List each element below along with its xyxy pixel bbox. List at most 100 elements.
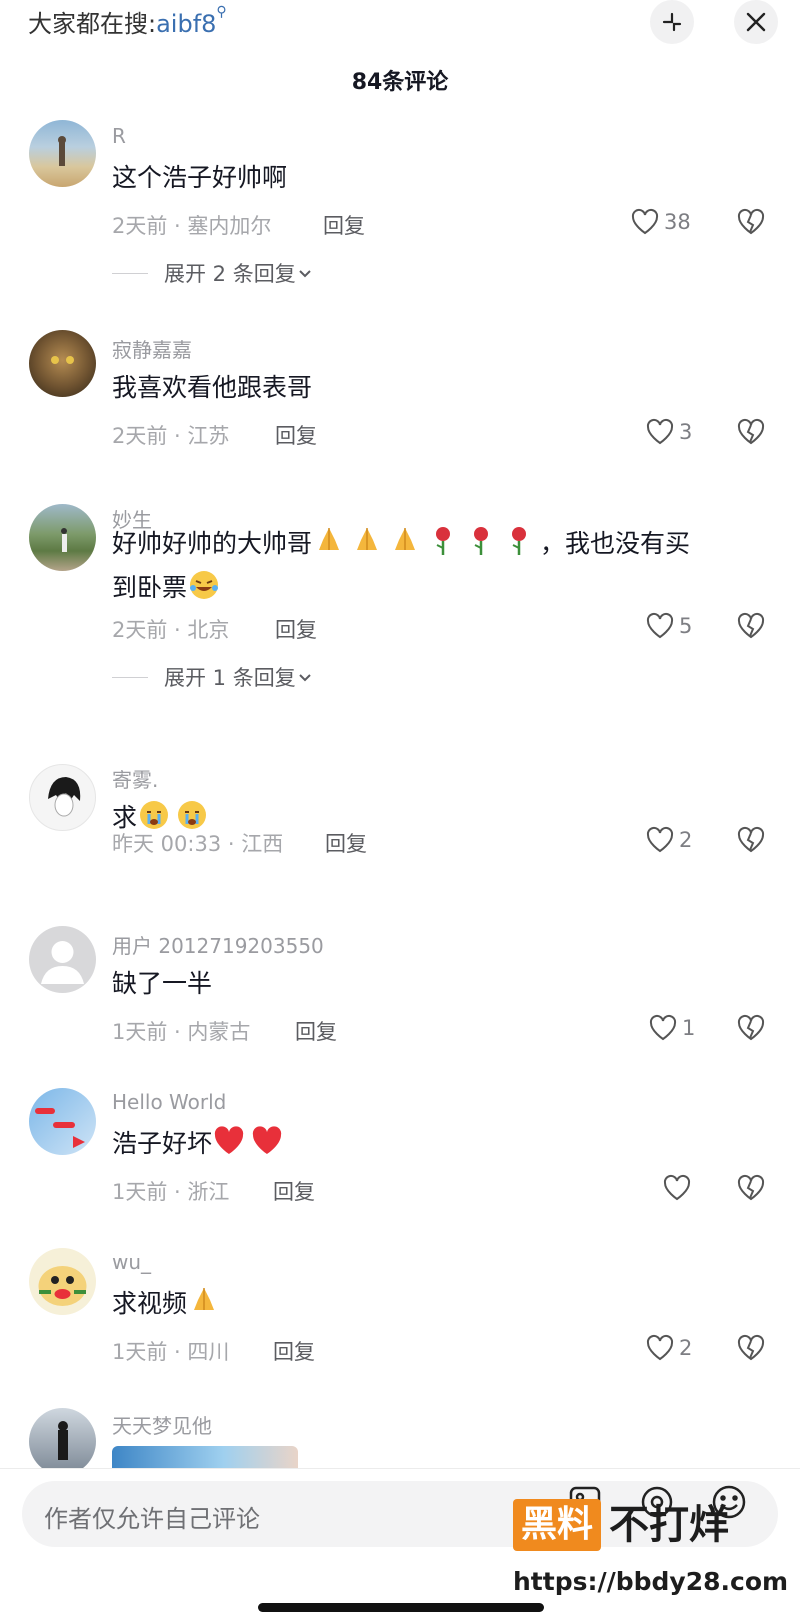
like-button[interactable]: 3 [645, 418, 692, 446]
username[interactable]: wu_ [112, 1250, 151, 1274]
comment-input-bar: 作者仅允许自己评论 黑料 不打烊 https://bbdy28.com [0, 1468, 800, 1623]
crying-face-icon [140, 801, 169, 829]
crying-face-icon [178, 801, 207, 829]
heart-icon [631, 208, 659, 235]
close-button[interactable] [734, 0, 778, 44]
avatar[interactable] [29, 764, 96, 831]
broken-heart-icon [737, 1174, 765, 1201]
watermark-badge: 黑料 [513, 1499, 602, 1551]
search-keyword[interactable]: aibf8 [156, 10, 216, 38]
red-heart-icon [214, 1126, 244, 1154]
like-button[interactable]: 5 [645, 612, 692, 640]
username[interactable]: R [112, 124, 126, 148]
folded-hands-icon [194, 1288, 215, 1310]
comment-meta: 2天前 · 江苏 [112, 424, 230, 448]
like-button[interactable]: 1 [648, 1014, 695, 1042]
reply-button[interactable]: 回复 [275, 614, 317, 644]
comment-text: 缺了一半 [112, 969, 213, 998]
like-count: 2 [679, 828, 693, 852]
username[interactable]: Hello World [112, 1090, 226, 1114]
comment-text: 浩子好坏 [112, 1122, 752, 1166]
like-count: 38 [664, 210, 691, 234]
avatar[interactable] [29, 1408, 96, 1475]
default-avatar-icon [41, 941, 84, 984]
avatar[interactable] [29, 926, 96, 993]
comment-meta: 1天前 · 浙江 [112, 1180, 230, 1204]
avatar[interactable] [29, 120, 96, 187]
reply-button[interactable]: 回复 [325, 828, 367, 858]
watermark: 黑料 不打烊 https://bbdy28.com [513, 1497, 788, 1607]
comment-text: 我喜欢看他跟表哥 [112, 373, 313, 402]
dislike-button[interactable] [736, 612, 766, 644]
collapse-button[interactable] [650, 0, 694, 44]
laughing-crying-face-icon [190, 571, 219, 599]
username[interactable]: 寂静嘉嘉 [112, 334, 192, 363]
heart-icon [646, 418, 674, 445]
top-bar: 大家都在搜:aibf8⚲ [0, 0, 800, 44]
watermark-name: 不打烊 [609, 1502, 729, 1548]
avatar[interactable] [29, 504, 96, 571]
reply-button[interactable]: 回复 [275, 420, 317, 450]
comment-count: 84条评论 [351, 70, 449, 95]
comment-text-part: 好帅好帅的大帅哥 [112, 529, 313, 558]
like-button[interactable]: 2 [645, 1334, 692, 1362]
avatar[interactable] [29, 1088, 96, 1155]
comment-text: 求视频 [112, 1282, 752, 1326]
like-count: 2 [679, 1336, 693, 1360]
like-button[interactable] [662, 1174, 696, 1202]
rose-icon [512, 527, 527, 555]
home-indicator[interactable] [258, 1603, 544, 1612]
comment-meta: 2天前 · 塞内加尔 [112, 214, 272, 238]
dislike-button[interactable] [736, 208, 766, 240]
reply-button[interactable]: 回复 [273, 1176, 315, 1206]
red-heart-icon [252, 1126, 282, 1154]
folded-hands-icon [319, 528, 340, 550]
like-button[interactable]: 2 [645, 826, 692, 854]
search-icon: ⚲ [216, 4, 227, 20]
reply-button[interactable]: 回复 [295, 1016, 337, 1046]
reply-button[interactable]: 回复 [273, 1336, 315, 1366]
comment-text: 这个浩子好帅啊 [112, 163, 288, 192]
like-count: 1 [682, 1016, 696, 1040]
heart-icon [646, 826, 674, 853]
avatar[interactable] [29, 330, 96, 397]
expand-label: 展开 2 条回复 [164, 262, 296, 286]
broken-heart-icon [737, 612, 765, 639]
expand-replies[interactable]: 展开 2 条回复 [112, 258, 314, 288]
folded-hands-icon [357, 528, 378, 550]
avatar[interactable] [29, 1248, 96, 1315]
folded-hands-icon [395, 528, 416, 550]
heart-icon [646, 1334, 674, 1361]
rose-icon [474, 527, 489, 555]
reply-button[interactable]: 回复 [323, 210, 365, 240]
dislike-button[interactable] [736, 1174, 766, 1206]
username[interactable]: 天天梦见他 [112, 1410, 212, 1439]
username[interactable]: 寄雾. [112, 764, 158, 793]
like-button[interactable]: 38 [630, 208, 691, 236]
search-suggestion[interactable]: 大家都在搜:aibf8⚲ [28, 4, 227, 39]
broken-heart-icon [737, 208, 765, 235]
username[interactable]: 用户 2012719203550 [112, 930, 324, 959]
broken-heart-icon [737, 1334, 765, 1361]
comment-text-part: 到卧票 [112, 573, 188, 602]
heart-icon [663, 1174, 691, 1201]
broken-heart-icon [737, 826, 765, 853]
expand-label: 展开 1 条回复 [164, 666, 296, 690]
collapse-icon [662, 12, 682, 32]
heart-icon [646, 612, 674, 639]
dislike-button[interactable] [736, 1334, 766, 1366]
expand-replies[interactable]: 展开 1 条回复 [112, 662, 314, 692]
comment-text-part: 浩子好坏 [112, 1129, 213, 1158]
chevron-down-icon [299, 674, 311, 682]
input-placeholder: 作者仅允许自己评论 [44, 1505, 260, 1533]
dislike-button[interactable] [736, 418, 766, 450]
comment-meta: 1天前 · 四川 [112, 1340, 230, 1364]
dislike-button[interactable] [736, 1014, 766, 1046]
divider [112, 676, 148, 678]
comment-text-part: 求视频 [112, 1289, 188, 1318]
broken-heart-icon [737, 418, 765, 445]
rose-icon [436, 527, 451, 555]
comment-meta: 1天前 · 内蒙古 [112, 1020, 251, 1044]
like-count: 3 [679, 420, 693, 444]
dislike-button[interactable] [736, 826, 766, 858]
